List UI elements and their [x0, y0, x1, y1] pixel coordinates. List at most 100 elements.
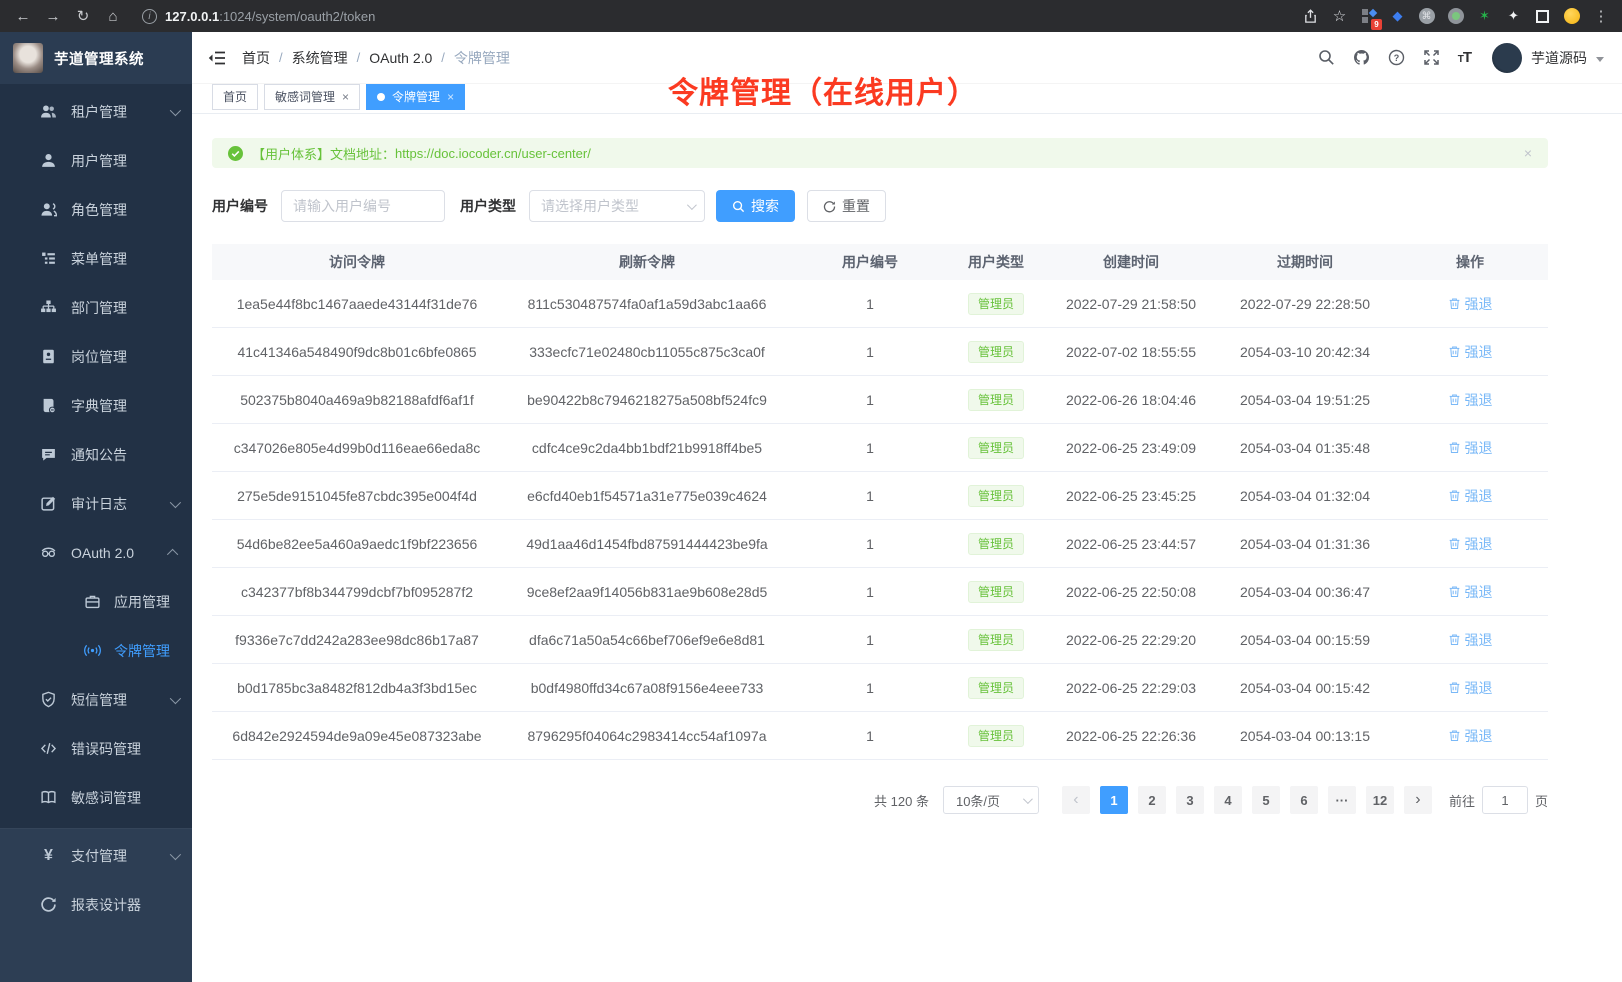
search-icon[interactable]: [1318, 49, 1336, 67]
force-logout-button[interactable]: 强退: [1448, 678, 1493, 698]
emoji-extension-icon[interactable]: [1563, 8, 1580, 25]
force-logout-button[interactable]: 强退: [1448, 582, 1493, 602]
force-logout-button[interactable]: 强退: [1448, 294, 1493, 314]
tab-close-icon[interactable]: ×: [342, 91, 349, 103]
signal-icon: [84, 642, 101, 659]
alert-doc-link[interactable]: https://doc.iocoder.cn/user-center/: [395, 146, 591, 161]
tab-sensitive-word[interactable]: 敏感词管理×: [264, 84, 360, 110]
reset-button[interactable]: 重置: [807, 190, 886, 222]
sidebar-item-oauth2-token[interactable]: 令牌管理: [0, 626, 192, 675]
force-logout-button[interactable]: 强退: [1448, 630, 1493, 650]
breadcrumb-item[interactable]: 系统管理: [292, 48, 348, 68]
sidebar-item-label: 敏感词管理: [71, 788, 141, 808]
prev-page-button[interactable]: ‹: [1062, 786, 1090, 814]
access-token-cell: 6d842e2924594de9a09e45e087323abe: [212, 728, 502, 744]
font-size-icon[interactable]: TT: [1458, 49, 1471, 66]
user-id-cell: 1: [792, 632, 948, 648]
sidebar-item-menu[interactable]: 菜单管理: [0, 234, 192, 283]
browser-menu-icon[interactable]: ⋮: [1592, 7, 1610, 25]
sidebar-item-sensitive-word[interactable]: 敏感词管理: [0, 773, 192, 822]
site-info-icon[interactable]: i: [142, 9, 157, 24]
sidebar-item-oauth2-app[interactable]: 应用管理: [0, 577, 192, 626]
username[interactable]: 芋道源码: [1531, 48, 1587, 68]
breadcrumb-separator: /: [348, 50, 370, 65]
share-icon[interactable]: [1302, 8, 1319, 25]
page-6-button[interactable]: 6: [1290, 786, 1318, 814]
breadcrumb-item[interactable]: OAuth 2.0: [369, 50, 432, 66]
sidebar-item-label: 部门管理: [71, 298, 127, 318]
sidebar-item-sms[interactable]: 短信管理: [0, 675, 192, 724]
user-id-input[interactable]: [281, 190, 445, 222]
refresh-token-cell: b0df4980ffd34c67a08f9156e4eee733: [502, 680, 792, 696]
page-5-button[interactable]: 5: [1252, 786, 1280, 814]
table-row: f9336e7c7dd242a283ee98dc86b17a87dfa6c71a…: [212, 616, 1548, 664]
table-header-row: 访问令牌刷新令牌用户编号用户类型创建时间过期时间操作: [212, 244, 1548, 280]
sidebar-item-dict[interactable]: 字典管理: [0, 381, 192, 430]
github-icon[interactable]: [1353, 49, 1371, 67]
sidebar-item-dept[interactable]: 部门管理: [0, 283, 192, 332]
user-menu-caret-icon[interactable]: [1596, 57, 1604, 62]
tab-home[interactable]: 首页: [212, 84, 258, 110]
goto-label: 前往: [1449, 791, 1475, 810]
goto-suffix: 页: [1535, 791, 1548, 810]
home-button[interactable]: ⌂: [98, 8, 128, 25]
user-avatar[interactable]: [1492, 43, 1522, 73]
app-logo-row[interactable]: 芋道管理系统: [0, 32, 192, 84]
page-size-select[interactable]: 10条/页: [943, 786, 1039, 814]
user-id-cell: 1: [792, 296, 948, 312]
user-type-badge: 管理员: [968, 533, 1024, 555]
force-logout-button[interactable]: 强退: [1448, 342, 1493, 362]
sidebar-item-tenant[interactable]: 租户管理: [0, 87, 192, 136]
help-icon[interactable]: ?: [1388, 49, 1406, 67]
success-check-icon: [228, 146, 243, 161]
force-logout-button[interactable]: 强退: [1448, 726, 1493, 746]
sidebar-item-role[interactable]: 角色管理: [0, 185, 192, 234]
force-logout-button[interactable]: 强退: [1448, 390, 1493, 410]
reload-button[interactable]: ↻: [68, 7, 98, 25]
breadcrumb-item[interactable]: 首页: [242, 48, 270, 68]
refresh-icon: [823, 200, 836, 213]
page-3-button[interactable]: 3: [1176, 786, 1204, 814]
bookmark-star-icon[interactable]: ☆: [1331, 8, 1348, 25]
tab-close-icon[interactable]: ×: [447, 91, 454, 103]
tab-token[interactable]: 令牌管理×: [366, 84, 465, 110]
url-host: 127.0.0.1: [165, 9, 219, 24]
trash-icon: [1448, 585, 1461, 598]
star-extension-icon[interactable]: ✶: [1476, 8, 1493, 25]
sidebar-item-notice[interactable]: 通知公告: [0, 430, 192, 479]
page-12-button[interactable]: 12: [1366, 786, 1394, 814]
sidebar-fold-icon[interactable]: [208, 50, 226, 66]
page-2-button[interactable]: 2: [1138, 786, 1166, 814]
page-1-button[interactable]: 1: [1100, 786, 1128, 814]
pages-more-icon[interactable]: ···: [1328, 786, 1356, 814]
force-logout-button[interactable]: 强退: [1448, 486, 1493, 506]
pin-extension-icon[interactable]: ✦: [1505, 8, 1522, 25]
column-header: 用户编号: [792, 252, 948, 272]
forward-button[interactable]: →: [38, 8, 68, 25]
back-button[interactable]: ←: [8, 8, 38, 25]
fullscreen-icon[interactable]: [1423, 49, 1441, 67]
sidebar-item-post[interactable]: 岗位管理: [0, 332, 192, 381]
sidebar-item-audit-log[interactable]: 审计日志: [0, 479, 192, 528]
sidebar-item-oauth2[interactable]: OAuth 2.0: [0, 528, 192, 577]
goto-page-input[interactable]: [1482, 786, 1528, 814]
sidebar-item-report[interactable]: 报表设计器: [0, 880, 192, 929]
force-logout-button[interactable]: 强退: [1448, 438, 1493, 458]
gem-extension-icon[interactable]: ◆: [1389, 8, 1406, 25]
next-page-button[interactable]: ›: [1404, 786, 1432, 814]
user-type-select[interactable]: 请选择用户类型: [529, 190, 705, 222]
sidebar-item-user[interactable]: 用户管理: [0, 136, 192, 185]
extension-grid-icon[interactable]: 9: [1360, 8, 1377, 25]
window-extension-icon[interactable]: [1534, 8, 1551, 25]
sidebar-item-label: 短信管理: [71, 690, 127, 710]
command-extension-icon[interactable]: ⌘: [1418, 8, 1435, 25]
page-4-button[interactable]: 4: [1214, 786, 1242, 814]
sidebar-item-errcode[interactable]: 错误码管理: [0, 724, 192, 773]
search-button[interactable]: 搜索: [716, 190, 795, 222]
address-bar[interactable]: i 127.0.0.1:1024/system/oauth2/token: [128, 9, 1302, 24]
sidebar-item-pay[interactable]: ¥支付管理: [0, 831, 192, 880]
filter-form: 用户编号 用户类型 请选择用户类型 搜索 重置: [212, 190, 1548, 222]
alert-close-icon[interactable]: ×: [1524, 145, 1532, 161]
force-logout-button[interactable]: 强退: [1448, 534, 1493, 554]
record-extension-icon[interactable]: [1447, 8, 1464, 25]
